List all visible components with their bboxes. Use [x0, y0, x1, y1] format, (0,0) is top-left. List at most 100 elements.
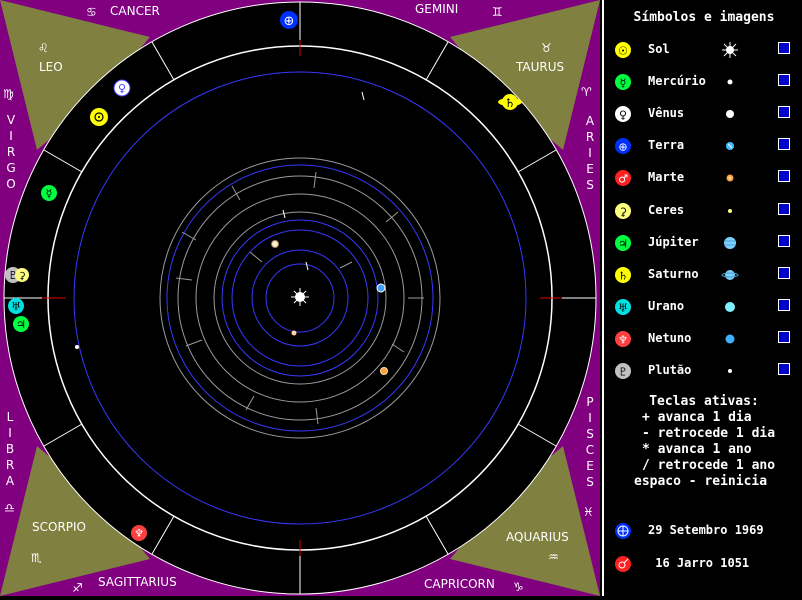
planet-label: Marte [648, 170, 685, 184]
virgo-icon: ♍ [3, 87, 14, 101]
saturn-toggle-checkbox[interactable] [778, 267, 790, 279]
venus-toggle-checkbox[interactable] [778, 106, 790, 118]
key-advance-year: * avanca 1 ano [642, 442, 752, 457]
pisces-icon: ♓ [583, 505, 594, 519]
planet-row-sun: ☉ Sol [612, 40, 798, 60]
aries-letter: E [586, 162, 594, 176]
ceres-image-icon[interactable] [75, 345, 79, 349]
earth-toggle-checkbox[interactable] [778, 138, 790, 150]
planet-label: Saturno [648, 267, 699, 281]
sun-toggle-checkbox[interactable] [778, 42, 790, 54]
uranus-toggle-checkbox[interactable] [778, 299, 790, 311]
zodiac-gemini-label: GEMINI [415, 2, 458, 16]
libra-letter: R [6, 458, 14, 472]
active-keys: Teclas ativas: + avanca 1 dia - retroced… [604, 394, 802, 490]
planet-label: Netuno [648, 331, 692, 345]
leo-icon: ♌ [38, 41, 49, 55]
aries-letter: R [586, 130, 594, 144]
svg-text:☉: ☉ [618, 45, 628, 58]
sun-symbol-chart[interactable] [90, 108, 108, 126]
mercury-image-icon[interactable] [291, 330, 297, 336]
mercury-symbol-chart[interactable]: ☿ [41, 185, 57, 201]
venus-image-icon-legend [726, 110, 734, 118]
svg-text:♅: ♅ [11, 300, 21, 313]
ceres-toggle-checkbox[interactable] [778, 203, 790, 215]
svg-text:⊕: ⊕ [284, 14, 295, 29]
jupiter-toggle-checkbox[interactable] [778, 235, 790, 247]
virgo-letter: I [9, 129, 13, 143]
planet-row-mars: ♂ Marte [612, 168, 798, 188]
mars-toggle-checkbox[interactable] [778, 170, 790, 182]
planet-row-uranus: ♅ Urano [612, 297, 798, 317]
neptune-toggle-checkbox[interactable] [778, 331, 790, 343]
zodiac-virgo-label: VIRGO [6, 113, 16, 191]
pisces-letter: I [588, 411, 592, 425]
orrery-chart[interactable]: ⊕ ♄ ♀ ☿ ♇ ⚳ ♅ ♃ ♆ CANCER ♋ GEMINI ♊ ♌ LE… [0, 0, 600, 596]
scorpio-icon: ♏ [31, 551, 42, 565]
svg-text:♄: ♄ [505, 96, 516, 110]
svg-text:☿: ☿ [46, 187, 53, 200]
sun-symbol-icon: ☉ [615, 42, 631, 58]
mercury-symbol-icon: ☿ [615, 74, 631, 90]
svg-text:♀: ♀ [619, 109, 627, 122]
mars-date-text: 16 Jarro 1051 [648, 556, 750, 570]
uranus-symbol-chart[interactable]: ♅ [8, 298, 24, 314]
jupiter-symbol-chart[interactable]: ♃ [13, 316, 29, 332]
virgo-letter: V [7, 113, 16, 127]
libra-letter: A [6, 474, 15, 488]
pluto-toggle-checkbox[interactable] [778, 363, 790, 375]
planet-label: Vênus [648, 106, 685, 120]
pluto-symbol-icon: ♇ [615, 363, 631, 379]
virgo-letter: G [6, 161, 15, 175]
sagittarius-icon: ♐ [72, 581, 83, 595]
keys-title: Teclas ativas: [649, 394, 759, 409]
ceres-symbol-chart[interactable]: ⚳ [15, 268, 29, 282]
mars-image-icon[interactable] [380, 367, 388, 375]
key-back-day: - retrocede 1 dia [642, 426, 776, 441]
neptune-symbol-chart[interactable]: ♆ [131, 525, 147, 541]
earth-date: 29 Setembro 1969 [612, 522, 802, 542]
planet-label: Júpiter [648, 235, 699, 249]
svg-text:♄: ♄ [618, 270, 628, 283]
zodiac-scorpio-label: SCORPIO [32, 520, 86, 534]
planet-row-jupiter: ♃ Júpiter [612, 233, 798, 253]
taurus-icon: ♉ [541, 41, 552, 55]
saturn-symbol-icon: ♄ [615, 267, 631, 283]
aries-letter: S [586, 178, 594, 192]
neptune-symbol-icon: ♆ [615, 331, 631, 347]
svg-text:⊕: ⊕ [618, 141, 627, 154]
aries-letter: A [586, 114, 595, 128]
venus-symbol-chart[interactable]: ♀ [113, 79, 131, 97]
svg-text:⚳: ⚳ [619, 206, 627, 219]
planet-row-saturn: ♄ Saturno [612, 265, 798, 285]
jupiter-symbol-icon: ♃ [615, 235, 631, 251]
cancer-icon: ♋ [86, 5, 97, 19]
panel-title: Símbolos e imagens [633, 10, 775, 25]
planet-label: Urano [648, 299, 685, 313]
svg-text:♃: ♃ [618, 238, 628, 251]
mars-symbol-icon: ♂ [615, 170, 631, 186]
mars-image-icon-legend [726, 174, 734, 182]
symbols-panel: Símbolos e imagens ☉ Sol ☿ Mercúrio ♀ Vênus ⊕ T… [602, 0, 802, 596]
neptune-image-icon-legend [725, 334, 735, 344]
libra-letter: L [7, 410, 14, 424]
mercury-toggle-checkbox[interactable] [778, 74, 790, 86]
planet-label: Ceres [648, 203, 685, 217]
ceres-image-icon-legend [728, 209, 732, 213]
virgo-letter: O [6, 177, 15, 191]
zodiac-sagittarius-label: SAGITTARIUS [98, 575, 177, 589]
earth-image-icon[interactable] [376, 283, 386, 293]
aries-letter: I [588, 146, 592, 160]
pisces-letter: S [586, 427, 594, 441]
saturn-image-icon-legend [721, 270, 739, 280]
orrery-svg: ⊕ ♄ ♀ ☿ ♇ ⚳ ♅ ♃ ♆ CANCER ♋ GEMINI ♊ ♌ LE… [0, 0, 600, 596]
mars-date: 16 Jarro 1051 [612, 555, 802, 575]
planet-row-pluto: ♇ Plutão [612, 361, 798, 381]
venus-image-icon[interactable] [271, 240, 279, 248]
libra-icon: ♎ [4, 501, 15, 515]
pisces-letter: S [586, 475, 594, 489]
aquarius-icon: ♒ [548, 550, 559, 564]
earth-symbol-chart[interactable]: ⊕ [280, 11, 298, 29]
earth-date-icon [615, 523, 631, 539]
svg-text:♇: ♇ [618, 366, 628, 379]
